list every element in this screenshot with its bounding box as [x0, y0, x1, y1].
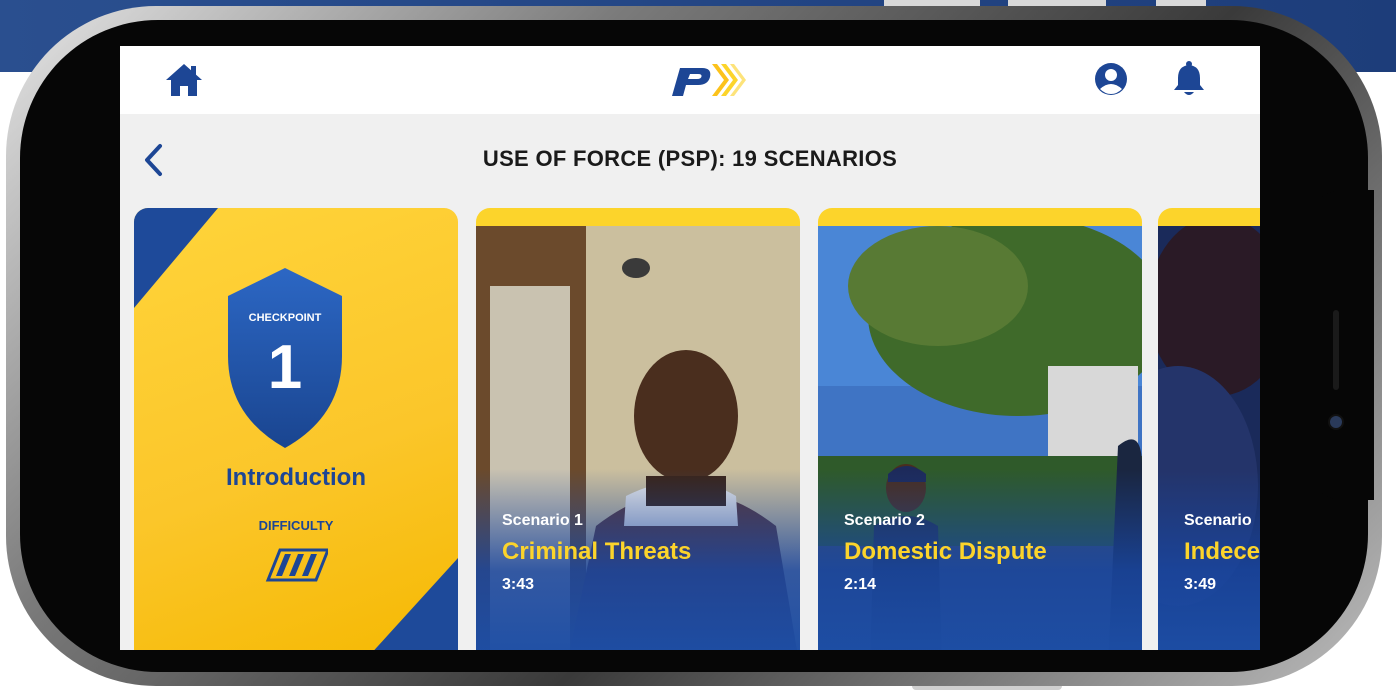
- scenario-title: Indecent: [1184, 538, 1260, 565]
- scenario-title: Domestic Dispute: [844, 538, 1047, 565]
- home-icon[interactable]: [164, 62, 204, 98]
- scenario-duration: 2:14: [844, 576, 877, 593]
- decorative-corner: [358, 558, 458, 650]
- app-screen: USE OF FORCE (PSP): 19 SCENARIOS CHECKPO…: [120, 46, 1260, 650]
- scenario-card[interactable]: Scenario 1 Criminal Threats 3:43: [476, 208, 800, 650]
- app-header: [120, 46, 1260, 114]
- checkpoint-title: Introduction: [226, 464, 366, 491]
- checkpoint-label: CHECKPOINT: [248, 312, 322, 324]
- card-accent-bar: [476, 208, 800, 226]
- checkpoint-number: 1: [267, 333, 303, 402]
- bell-icon[interactable]: [1172, 60, 1206, 98]
- phone-camera: [1330, 416, 1342, 428]
- difficulty-label: DIFFICULTY: [258, 518, 334, 533]
- decorative-corner: [134, 208, 218, 308]
- checkpoint-card[interactable]: CHECKPOINT 1 Introduction DIFFICULTY: [134, 208, 458, 650]
- page-title: USE OF FORCE (PSP): 19 SCENARIOS: [482, 146, 898, 171]
- card-accent-bar: [818, 208, 1142, 226]
- scenario-title: Criminal Threats: [502, 538, 692, 565]
- scenario-duration: 3:49: [1184, 576, 1217, 593]
- phone-speaker: [1333, 310, 1339, 390]
- phone-notch: [1304, 190, 1374, 500]
- card-accent-bar: [1158, 208, 1260, 226]
- scenario-number: Scenario: [1184, 512, 1252, 529]
- brand-logo: [672, 64, 746, 96]
- scenario-number: Scenario 2: [844, 512, 925, 529]
- scenario-number: Scenario 1: [502, 512, 583, 529]
- scenario-card[interactable]: Scenario Indecent 3:49: [1158, 208, 1260, 650]
- difficulty-bars-icon: [265, 548, 328, 582]
- scenario-card[interactable]: Scenario 2 Domestic Dispute 2:14: [818, 208, 1142, 650]
- scenario-duration: 3:43: [502, 576, 535, 593]
- user-circle-icon[interactable]: [1094, 62, 1128, 96]
